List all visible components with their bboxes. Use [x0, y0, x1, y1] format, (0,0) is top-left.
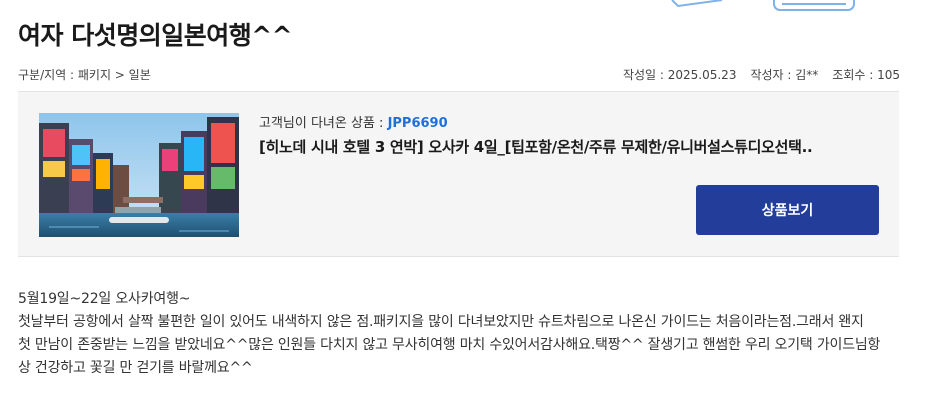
review-page: 여자 다섯명의일본여행^^ 구분/지역 : 패키지 > 일본 작성일 : 202…	[0, 0, 926, 410]
product-subtitle-label: 고객님이 다녀온 상품 :	[259, 116, 388, 131]
review-content: 5월19일~22일 오사카여행~ 첫날부터 공항에서 살짝 불편한 일이 있어도…	[18, 288, 908, 380]
review-line: 5월19일~22일 오사카여행~	[18, 291, 191, 307]
page-title: 여자 다섯명의일본여행^^	[18, 21, 293, 50]
view-count: 조회수 : 105	[832, 68, 900, 82]
view-product-button[interactable]: 상품보기	[696, 185, 879, 235]
review-line: 상 건강하고 꽃길 만 걷기를 바랄께요^^	[18, 360, 253, 376]
review-line: 첫날부터 공항에서 살짝 불편한 일이 있어도 내색하지 않은 점.패키지을 많…	[18, 314, 864, 330]
meta-row: 구분/지역 : 패키지 > 일본 작성일 : 2025.05.23 작성자 : …	[18, 66, 900, 83]
decorative-illustration-icon	[660, 0, 880, 14]
meta-info: 작성일 : 2025.05.23 작성자 : 김** 조회수 : 105	[623, 66, 900, 83]
breadcrumb: 구분/지역 : 패키지 > 일본	[18, 68, 151, 82]
author: 작성자 : 김**	[750, 68, 819, 82]
product-thumbnail[interactable]	[39, 113, 239, 237]
product-card: 고객님이 다녀온 상품 : JPP6690 [히노데 시내 호텔 3 연박] 오…	[18, 91, 899, 257]
product-code[interactable]: JPP6690	[388, 116, 448, 131]
osaka-dotonbori-photo-icon	[39, 113, 239, 237]
review-line: 첫 만남이 존중받는 느낌을 받았네요^^많은 인원들 다치지 않고 무사히여행…	[18, 337, 881, 353]
product-subtitle: 고객님이 다녀온 상품 : JPP6690	[259, 112, 448, 131]
write-date: 작성일 : 2025.05.23	[622, 68, 737, 82]
product-name[interactable]: [히노데 시내 호텔 3 연박] 오사카 4일_[팁포함/온천/주류 무제한/유…	[259, 136, 813, 157]
